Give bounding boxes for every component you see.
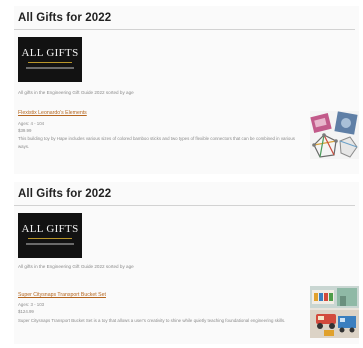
banner-subline [26,67,74,69]
product-price: $39.99 [18,128,32,133]
flexistix-product-photo[interactable] [310,111,359,159]
card-title: All Gifts for 2022 [18,12,112,24]
banner-gold-line [28,238,72,239]
product-link[interactable]: Flexistix Leonardo's Elements [18,110,87,116]
product-link[interactable]: Super Citysnaps Transport Bucket Set [18,292,106,298]
banner-label: ALL GIFTS [21,223,79,235]
title-divider [14,205,355,206]
guide-intro: All gifts in the Engineering Gift Guide … [18,264,134,269]
all-gifts-banner[interactable]: ALL GIFTS [18,37,82,82]
guide-intro: All gifts in the Engineering Gift Guide … [18,90,134,95]
product-description: Super Citysnaps Transport Bucket Set is … [18,318,286,323]
product-ages: Ages: 3 - 103 [18,302,45,307]
product-ages: Ages: 4 - 104 [18,121,45,126]
banner-label: ALL GIFTS [21,47,79,59]
all-gifts-banner[interactable]: ALL GIFTS [18,213,82,258]
gift-card-1: All Gifts for 2022 ALL GIFTS All gifts i… [14,6,359,174]
product-description: This building toy by Hape includes vario… [18,136,296,149]
flexistix-image [310,111,359,159]
citysnaps-image [310,286,359,338]
product-price: $124.99 [18,309,34,314]
banner-subline [26,243,74,245]
citysnaps-product-photo[interactable] [310,286,359,338]
title-divider [14,29,355,30]
banner-gold-line [28,62,72,63]
card-title: All Gifts for 2022 [18,188,112,200]
gift-card-2: All Gifts for 2022 ALL GIFTS All gifts i… [14,182,359,344]
gift-guide-page: All Gifts for 2022 ALL GIFTS All gifts i… [0,0,363,348]
